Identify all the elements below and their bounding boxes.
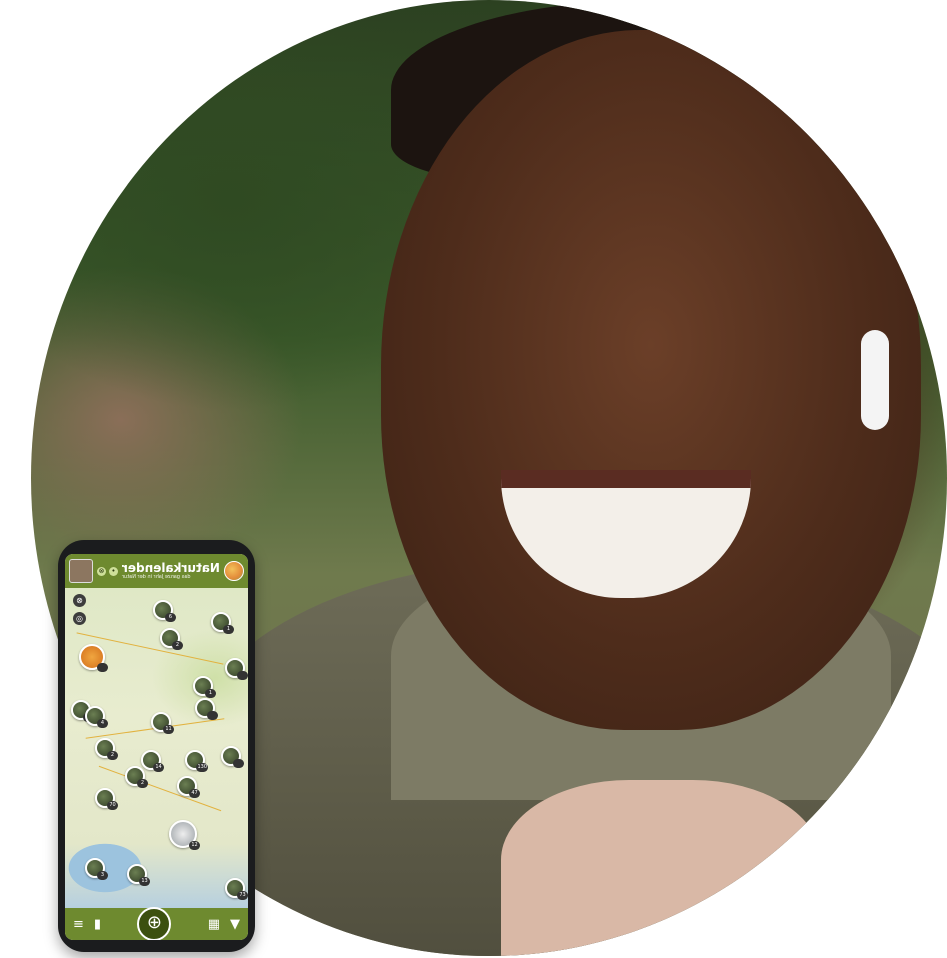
marker-count	[207, 711, 218, 720]
map-marker[interactable]: 13	[127, 864, 150, 886]
map-marker[interactable]: 2	[125, 766, 148, 788]
face	[381, 30, 921, 730]
phone-mockup: ⊗ • Naturkalender das ganze Jahr in der …	[58, 540, 255, 952]
app-brand: Naturkalender das ganze Jahr in der Natu…	[122, 560, 220, 581]
map-marker[interactable]: 1	[211, 612, 234, 634]
bottom-nav: ≡ ▮ ⊕ ▦ ▼	[65, 907, 248, 940]
phone-screen: ⊗ • Naturkalender das ganze Jahr in der …	[65, 554, 248, 940]
map-marker[interactable]: 70	[95, 788, 118, 810]
map-marker[interactable]: 73	[225, 878, 248, 900]
bell-icon[interactable]: •	[109, 566, 118, 576]
stats-icon[interactable]: ▮	[94, 917, 101, 932]
marker-count: 2	[172, 641, 183, 650]
map-marker[interactable]: 11	[151, 712, 174, 734]
header-icons: ⊗ •	[97, 566, 118, 576]
binoculars-icon[interactable]: ⊗	[97, 566, 106, 576]
map-marker[interactable]	[79, 644, 108, 672]
map-marker[interactable]: 2	[160, 628, 183, 650]
marker-count: 1	[223, 625, 234, 634]
user-avatar[interactable]	[69, 559, 93, 583]
app-title: Naturkalender	[122, 560, 220, 575]
marker-count: 3	[97, 871, 108, 880]
map-marker[interactable]: 4	[85, 706, 108, 728]
marker-count	[237, 671, 248, 680]
marker-count: 1	[205, 689, 216, 698]
map-marker[interactable]	[221, 746, 244, 768]
binoculars-icon[interactable]: ⊗	[73, 594, 86, 607]
map-marker[interactable]: 1	[193, 676, 216, 698]
map-marker[interactable]: 12	[169, 820, 200, 850]
marker-count: 6	[165, 613, 176, 622]
marker-count: 14	[153, 763, 164, 772]
marker-count: 11	[163, 725, 174, 734]
filter-icon[interactable]: ▼	[230, 917, 240, 932]
map-marker[interactable]: 3	[85, 858, 108, 880]
marker-count: 12	[189, 841, 200, 850]
map-marker[interactable]: 6	[153, 600, 176, 622]
earbud	[861, 330, 889, 430]
marker-count	[233, 759, 244, 768]
app-logo	[224, 561, 244, 581]
app-subtitle: das ganze Jahr in der Natur	[122, 573, 191, 580]
grid-icon[interactable]: ▦	[208, 917, 220, 932]
map-view[interactable]: ⊗ ◎ 6 1 2 1 4 4 11 2 14 130 2 47 70 12 3…	[65, 588, 248, 908]
locate-icon[interactable]: ◎	[73, 612, 86, 625]
map-marker[interactable]	[225, 658, 248, 680]
bottom-nav-left: ≡ ▮	[65, 917, 109, 932]
app-header: ⊗ • Naturkalender das ganze Jahr in der …	[65, 554, 248, 588]
map-marker[interactable]: 2	[95, 738, 118, 760]
bottom-nav-right: ▦ ▼	[200, 917, 248, 932]
marker-count: 2	[137, 779, 148, 788]
marker-count: 2	[107, 751, 118, 760]
marker-count: 73	[237, 891, 248, 900]
shirt	[501, 780, 821, 956]
add-observation-button[interactable]: ⊕	[137, 907, 172, 940]
marker-count: 47	[189, 789, 200, 798]
marker-count: 13	[139, 877, 150, 886]
marker-count: 4	[97, 719, 108, 728]
map-marker[interactable]: 14	[141, 750, 164, 772]
map-marker[interactable]: 47	[177, 776, 200, 798]
map-marker[interactable]: 130	[185, 750, 208, 772]
map-marker[interactable]	[195, 698, 218, 720]
menu-icon[interactable]: ≡	[73, 917, 84, 932]
marker-count: 70	[107, 801, 118, 810]
marker-count	[97, 663, 108, 672]
marker-count: 130	[196, 763, 208, 772]
